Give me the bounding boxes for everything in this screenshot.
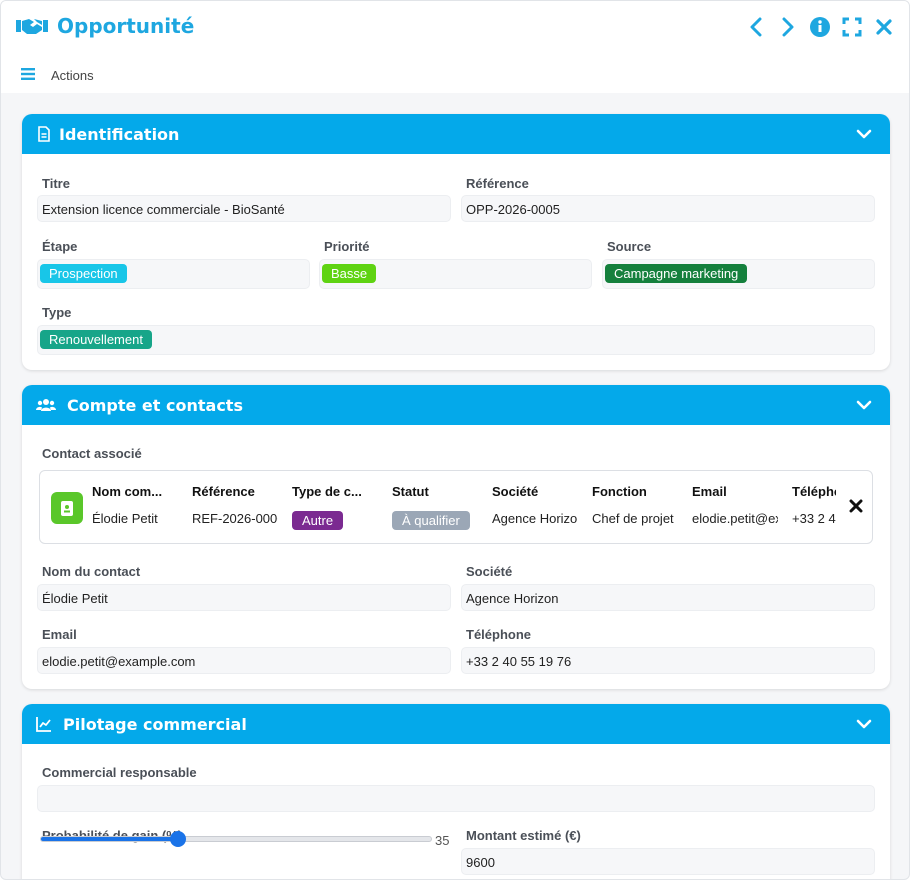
priorite-label: Priorité [324, 239, 370, 254]
document-icon [38, 126, 50, 142]
expand-icon [842, 17, 862, 37]
column-header-societe: Société [492, 484, 539, 499]
source-field[interactable]: Campagne marketing [602, 259, 875, 289]
cell-fonction: Chef de projet [592, 511, 674, 526]
column-header-email: Email [692, 484, 727, 499]
etape-field[interactable]: Prospection [37, 259, 310, 289]
contact-associe-label: Contact associé [42, 446, 142, 461]
etape-label: Étape [42, 239, 78, 254]
probabilite-slider[interactable] [40, 831, 432, 847]
titre-field[interactable]: Extension licence commerciale - BioSanté [37, 195, 451, 222]
telephone-label: Téléphone [466, 627, 532, 642]
remove-contact-icon[interactable] [848, 498, 864, 514]
type-label: Type [42, 305, 72, 320]
column-header-nom: Nom com... [92, 484, 163, 499]
identification-header[interactable]: Identification [22, 114, 890, 154]
identification-section: Identification Titre Extension licence c… [22, 114, 890, 370]
handshake-icon [16, 19, 48, 34]
source-label: Source [607, 239, 652, 254]
commercial-field[interactable] [37, 785, 875, 812]
chevron-left-icon [750, 17, 762, 37]
actions-menu-label[interactable]: Actions [51, 68, 94, 83]
cell-nom: Élodie Petit [92, 511, 158, 526]
opportunity-window: Opportunité Actions Identification Titre… [0, 0, 910, 880]
actions-toolbar: Actions [1, 53, 909, 93]
next-button[interactable] [777, 15, 799, 39]
probabilite-value: 35 [435, 833, 450, 848]
societe-label: Société [466, 564, 513, 579]
reference-field[interactable]: OPP-2026-0005 [461, 195, 875, 222]
close-icon [876, 19, 892, 35]
contact-avatar [51, 492, 83, 524]
column-header-telephone: Téléphone [792, 484, 836, 499]
chevron-down-icon[interactable] [856, 127, 872, 141]
cell-reference: REF-2026-0006 [192, 511, 278, 526]
previous-button[interactable] [745, 15, 767, 39]
type-field[interactable]: Renouvellement [37, 325, 875, 355]
nom-contact-label: Nom du contact [42, 564, 141, 579]
chevron-down-icon[interactable] [856, 717, 872, 731]
section-title: Identification [59, 125, 180, 144]
close-button[interactable] [873, 15, 895, 39]
email-label: Email [42, 627, 77, 642]
reference-label: Référence [466, 176, 529, 191]
type-chip: Renouvellement [40, 330, 152, 349]
hamburger-menu-icon[interactable] [21, 68, 35, 80]
cell-telephone: +33 2 40 55 19 76 [792, 511, 836, 526]
column-header-fonction: Fonction [592, 484, 647, 499]
chart-line-icon [36, 717, 51, 732]
source-chip: Campagne marketing [605, 264, 748, 283]
section-title: Pilotage commercial [63, 715, 247, 734]
montant-label: Montant estimé (€) [466, 828, 581, 843]
column-header-reference: Référence [192, 484, 255, 499]
compte-contacts-section: Compte et contacts Contact associé Nom c… [22, 385, 890, 689]
societe-field[interactable]: Agence Horizon [461, 584, 875, 611]
titre-label: Titre [42, 176, 70, 191]
email-field[interactable]: elodie.petit@example.com [37, 647, 451, 674]
info-button[interactable] [809, 15, 831, 39]
column-header-statut: Statut [392, 484, 429, 499]
section-title: Compte et contacts [67, 396, 243, 415]
contact-card-icon [61, 501, 73, 516]
cell-societe: Agence Horizon [492, 511, 578, 526]
priorite-chip: Basse [322, 264, 377, 283]
slider-thumb[interactable] [169, 831, 186, 847]
window-titlebar: Opportunité [1, 1, 909, 53]
linked-contact-card[interactable]: Nom com... Référence Type de c... Statut… [39, 470, 873, 544]
pilotage-section: Pilotage commercial Commercial responsab… [22, 704, 890, 879]
cell-type-chip: Autre [292, 511, 344, 530]
slider-fill [41, 837, 178, 841]
commercial-label: Commercial responsable [42, 765, 197, 780]
nom-contact-field[interactable]: Élodie Petit [37, 584, 451, 611]
fullscreen-button[interactable] [841, 15, 863, 39]
window-title: Opportunité [57, 14, 195, 38]
window-controls [745, 15, 895, 39]
cell-statut-chip: À qualifier [392, 511, 470, 530]
chevron-down-icon[interactable] [856, 398, 872, 412]
priorite-field[interactable]: Basse [319, 259, 592, 289]
compte-contacts-header[interactable]: Compte et contacts [22, 385, 890, 425]
users-icon [36, 399, 56, 411]
column-header-type: Type de c... [292, 484, 362, 499]
montant-field[interactable]: 9600 [461, 848, 875, 875]
etape-chip: Prospection [40, 264, 127, 283]
telephone-field[interactable]: +33 2 40 55 19 76 [461, 647, 875, 674]
cell-email: elodie.petit@example.com [692, 511, 778, 526]
pilotage-header[interactable]: Pilotage commercial [22, 704, 890, 744]
info-icon [810, 17, 830, 37]
chevron-right-icon [782, 17, 794, 37]
